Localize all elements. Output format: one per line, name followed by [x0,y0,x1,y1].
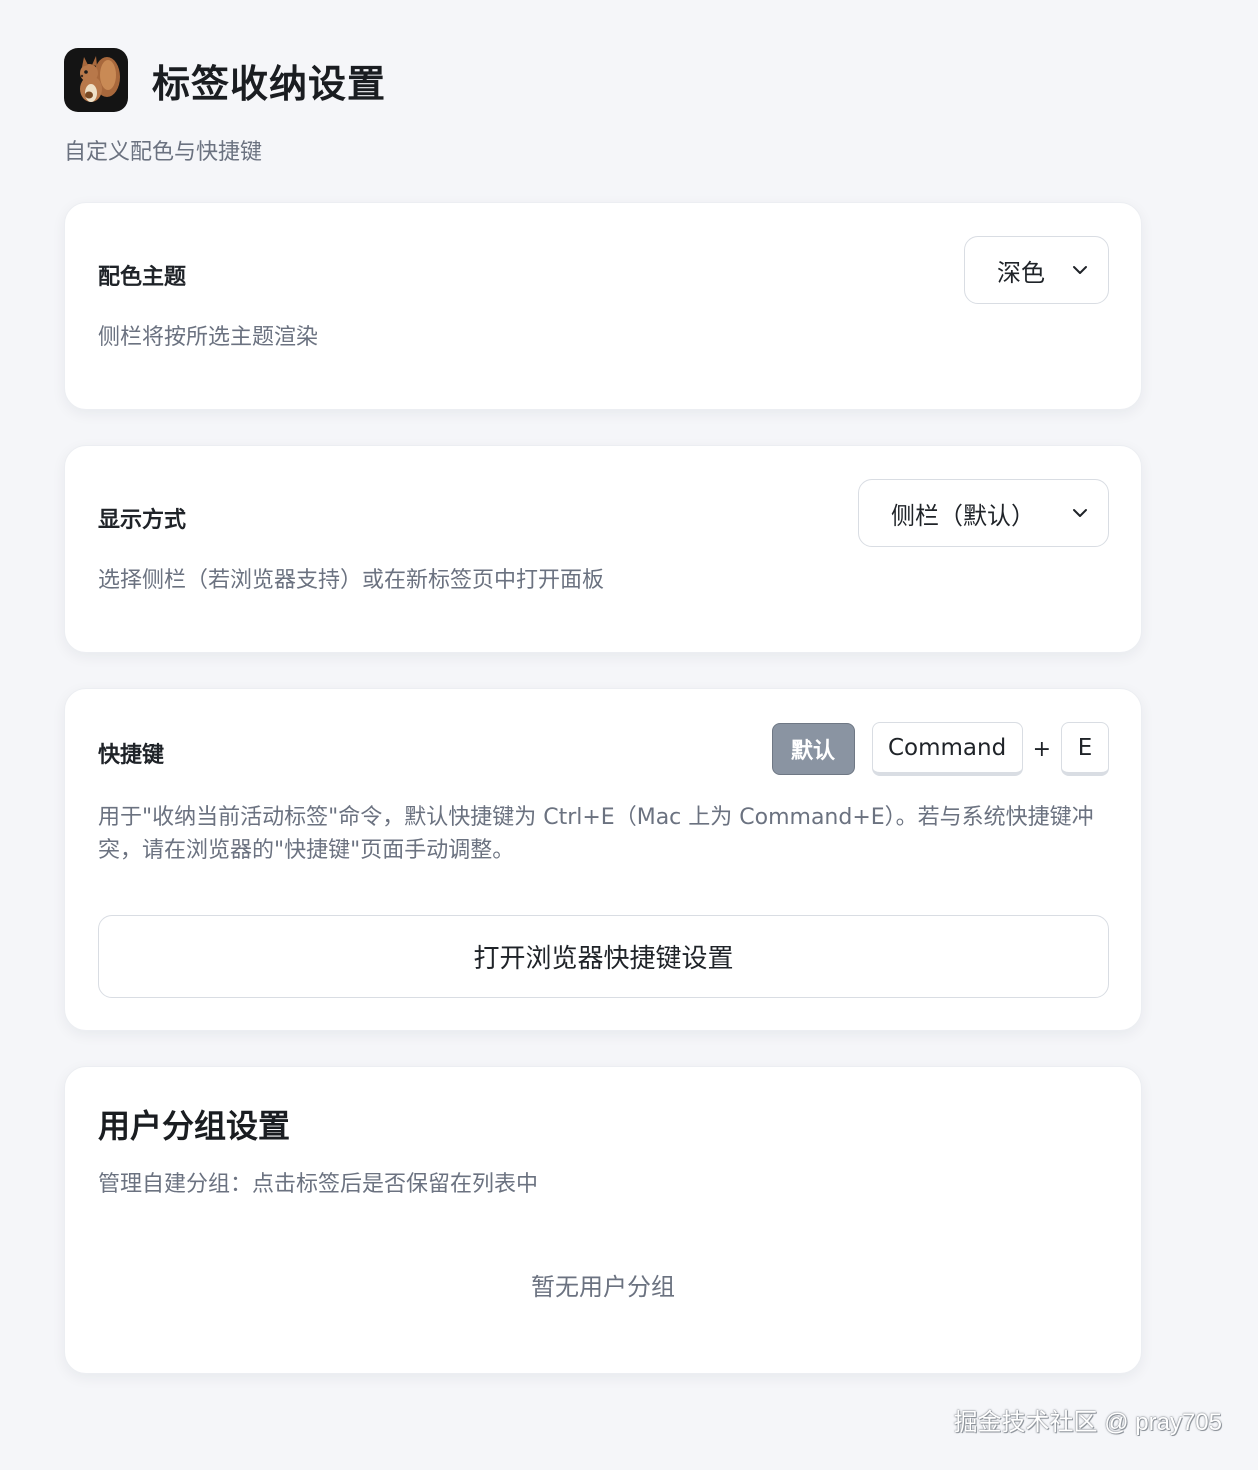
key-plus: + [1032,736,1051,762]
user-groups-card: 用户分组设置 管理自建分组：点击标签后是否保留在列表中 暂无用户分组 [64,1066,1142,1374]
display-mode-select[interactable]: 侧栏（默认） [858,479,1109,547]
theme-card: 配色主题 侧栏将按所选主题渲染 深色 [64,202,1142,410]
squirrel-logo-icon [64,48,128,112]
chevron-down-icon [1070,502,1092,524]
shortcut-label: 快捷键 [98,743,165,768]
shortcut-card: 快捷键 默认 Command + E 用于"收纳当前活动标签"命令，默认快捷键为… [64,688,1142,1031]
display-mode-label: 显示方式 [98,508,187,533]
theme-description: 侧栏将按所选主题渲染 [98,325,319,350]
reset-default-button[interactable]: 默认 [771,723,855,775]
theme-select[interactable]: 深色 [964,236,1109,304]
display-mode-card: 显示方式 选择侧栏（若浏览器支持）或在新标签页中打开面板 侧栏（默认） [64,445,1142,653]
chevron-down-icon [1070,259,1092,281]
header: 标签收纳设置 [64,46,1142,114]
page-title: 标签收纳设置 [152,61,387,106]
user-groups-empty-state: 暂无用户分组 [531,1273,675,1301]
shortcut-keys: 默认 Command + E [771,722,1109,776]
user-groups-title: 用户分组设置 [98,1107,291,1145]
settings-page: 标签收纳设置 自定义配色与快捷键 [64,46,1142,168]
modifier-key: Command [871,722,1023,776]
open-shortcut-settings-button[interactable]: 打开浏览器快捷键设置 [98,915,1109,998]
display-mode-description: 选择侧栏（若浏览器支持）或在新标签页中打开面板 [98,568,605,593]
watermark: 掘金技术社区 @ pray705 [953,1409,1222,1436]
display-mode-select-value: 侧栏（默认） [891,501,1035,530]
theme-label: 配色主题 [98,265,187,290]
letter-key: E [1061,722,1109,776]
page-subtitle: 自定义配色与快捷键 [64,140,263,165]
user-groups-description: 管理自建分组：点击标签后是否保留在列表中 [98,1172,539,1197]
shortcut-description: 用于"收纳当前活动标签"命令，默认快捷键为 Ctrl+E（Mac 上为 Comm… [98,805,1094,863]
theme-select-value: 深色 [997,258,1045,287]
